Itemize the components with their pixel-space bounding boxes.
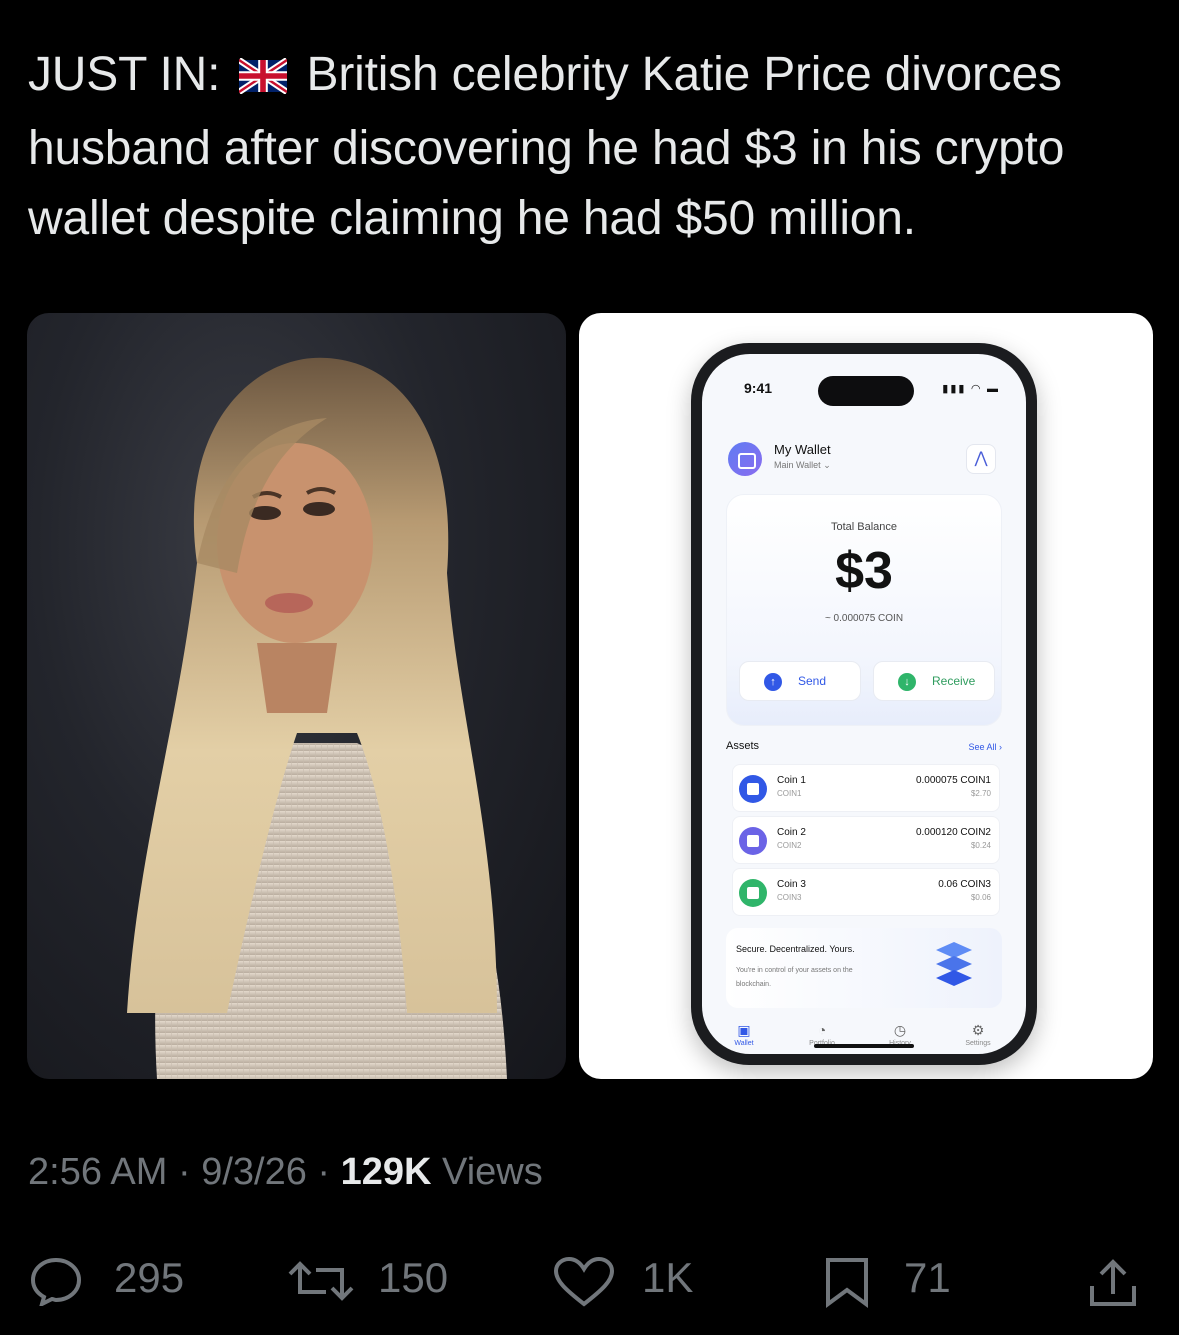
- tweet-time[interactable]: 2:56 AM: [28, 1151, 167, 1193]
- status-bar: 9:41 ▮▮▮ ◠ ▬: [702, 376, 1026, 406]
- asset-symbol: COIN3: [777, 893, 802, 902]
- asset-name: Coin 2: [777, 827, 806, 838]
- repost-icon: [288, 1261, 354, 1301]
- tweet-photo-wallet[interactable]: 9:41 ▮▮▮ ◠ ▬ My Wallet Main Wallet ⌄ ⋀ T…: [579, 313, 1153, 1079]
- wallet-sub-label: Main Wallet: [774, 460, 821, 470]
- tab-settings[interactable]: ⚙ Settings: [948, 1022, 1008, 1047]
- tab-bar: ▣Wallet ◔Portfolio ◷History ⚙Settings: [702, 1022, 1026, 1054]
- asset-amount: 0.000120 COIN2: [915, 827, 991, 838]
- asset-amount: 0.06 COIN3: [938, 879, 991, 890]
- total-balance-value: $3: [835, 542, 893, 600]
- signal-wifi-battery-icon: ▮▮▮ ◠ ▬: [942, 383, 1000, 395]
- repost-count: 150: [378, 1254, 449, 1301]
- like-button[interactable]: 1K: [552, 1250, 702, 1307]
- tweet-text: JUST IN: British celebrity Katie Price d…: [28, 40, 1158, 254]
- tweet-date[interactable]: 9/3/26: [201, 1151, 307, 1193]
- asset-symbol: COIN2: [777, 841, 802, 850]
- asset-symbol: COIN1: [777, 789, 802, 798]
- balance-card: Total Balance $3 ~ 0.000075 COIN ↑ Send …: [726, 494, 1002, 726]
- send-button[interactable]: ↑ Send: [739, 661, 861, 701]
- total-balance-label: Total Balance: [830, 521, 898, 533]
- reply-count: 295: [114, 1254, 185, 1301]
- asset-usd: $2.70: [970, 789, 991, 798]
- receive-button[interactable]: ↓ Receive: [873, 661, 995, 701]
- bookmark-icon: [826, 1258, 868, 1308]
- pie-chart-icon: ◔: [817, 1022, 827, 1038]
- gear-icon: ⚙: [971, 1022, 985, 1038]
- total-balance-coin: ~ 0.000075 COIN: [824, 613, 904, 624]
- secure-text: You're in control of your assets on the …: [736, 967, 853, 988]
- reply-button[interactable]: 295: [28, 1250, 208, 1306]
- chevron-down-icon: ⌄: [823, 460, 831, 470]
- uk-flag-icon: [237, 44, 290, 114]
- asset-usd: $0.06: [970, 893, 991, 902]
- secure-title: Secure. Decentralized. Yours.: [736, 944, 855, 954]
- separator-dot: ·: [177, 1151, 191, 1193]
- tweet-actions: 295 150 1K 71: [0, 1250, 1179, 1310]
- status-time: 9:41: [744, 380, 773, 396]
- asset-usd: $0.24: [970, 841, 991, 850]
- arrow-up-icon: ↑: [764, 673, 782, 691]
- asset-name: Coin 3: [777, 879, 806, 890]
- separator-dot: ·: [317, 1151, 331, 1193]
- heart-icon: [553, 1256, 615, 1307]
- secure-banner: Secure. Decentralized. Yours. You're in …: [726, 928, 1002, 1008]
- wallet-header: My Wallet Main Wallet ⌄ ⋀: [728, 438, 1000, 484]
- asset-row[interactable]: Coin 2 COIN2 0.000120 COIN2 $0.24: [732, 816, 1000, 864]
- asset-amount: 0.000075 COIN1: [915, 775, 991, 786]
- tweet-meta: 2:56 AM · 9/3/26 · 129K Views: [28, 1151, 543, 1194]
- tab-label: Wallet: [734, 1040, 754, 1047]
- share-icon: [1090, 1259, 1136, 1306]
- receive-label: Receive: [932, 674, 976, 688]
- phone-screen: 9:41 ▮▮▮ ◠ ▬ My Wallet Main Wallet ⌄ ⋀ T…: [702, 354, 1026, 1054]
- tweet-prefix: JUST IN:: [28, 48, 221, 101]
- reply-icon: [30, 1257, 82, 1306]
- wallet-tab-icon: ▣: [737, 1022, 751, 1038]
- see-all-label: See All: [968, 742, 997, 752]
- share-button[interactable]: [1086, 1250, 1142, 1306]
- wallet-title: My Wallet: [774, 442, 831, 457]
- arrow-down-icon: ↓: [898, 673, 916, 691]
- bookmark-button[interactable]: 71: [822, 1250, 962, 1308]
- clock-icon: ◷: [893, 1022, 907, 1038]
- coin3-icon: [739, 879, 767, 907]
- asset-name: Coin 1: [777, 775, 806, 786]
- tab-label: Settings: [965, 1040, 991, 1047]
- see-all-link[interactable]: See All ›: [968, 742, 1002, 752]
- coin2-icon: [739, 827, 767, 855]
- phone-frame: 9:41 ▮▮▮ ◠ ▬ My Wallet Main Wallet ⌄ ⋀ T…: [691, 343, 1037, 1065]
- asset-row[interactable]: Coin 1 COIN1 0.000075 COIN1 $2.70: [732, 764, 1000, 812]
- home-indicator: [814, 1044, 914, 1048]
- tweet-photo-portrait[interactable]: [27, 313, 566, 1079]
- chevron-right-icon: ›: [999, 742, 1002, 752]
- views-label: Views: [442, 1151, 543, 1193]
- assets-heading: Assets: [726, 740, 760, 752]
- tab-wallet[interactable]: ▣ Wallet: [714, 1022, 774, 1047]
- portrait-illustration: [127, 357, 507, 1079]
- wallet-icon: [728, 442, 762, 476]
- like-count: 1K: [642, 1254, 694, 1301]
- dynamic-island: [818, 376, 914, 406]
- repost-button[interactable]: 150: [286, 1250, 466, 1306]
- blockchain-stack-icon: [936, 942, 972, 986]
- views-count: 129K: [340, 1151, 432, 1193]
- coin1-icon: [739, 775, 767, 803]
- network-icon[interactable]: ⋀: [966, 444, 996, 474]
- wallet-selector[interactable]: Main Wallet ⌄: [774, 460, 831, 471]
- bookmark-count: 71: [904, 1254, 951, 1301]
- send-label: Send: [798, 674, 827, 688]
- asset-row[interactable]: Coin 3 COIN3 0.06 COIN3 $0.06: [732, 868, 1000, 916]
